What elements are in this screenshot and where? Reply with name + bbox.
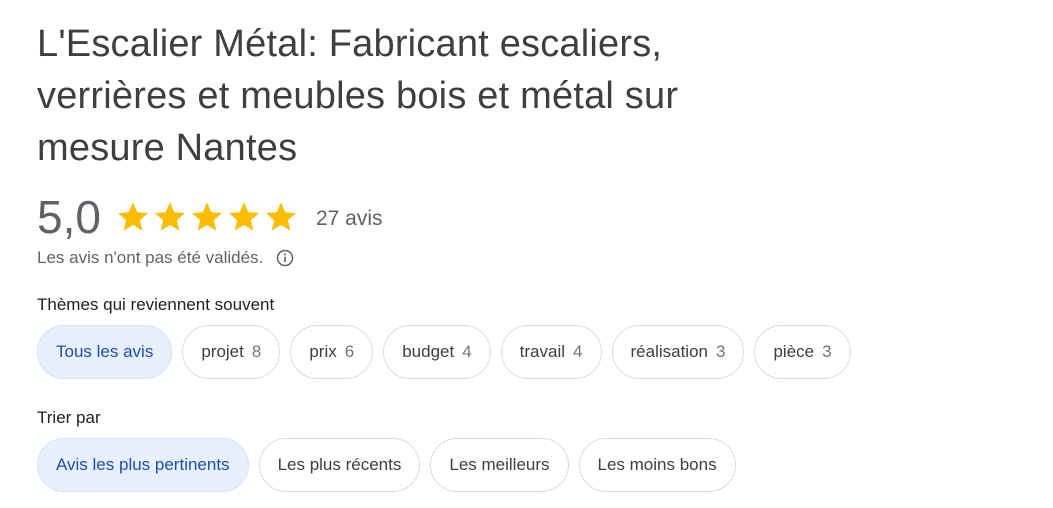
theme-chip-label: prix (309, 342, 337, 361)
validation-note-row: Les avis n'ont pas été validés. (37, 245, 1037, 271)
theme-chip[interactable]: pièce 3 (754, 325, 851, 379)
theme-chips: Tous les avis projet 8 prix 6 budget 4 travail 4… (37, 325, 1037, 379)
star-icon (189, 199, 225, 235)
theme-chip-count: 3 (716, 342, 726, 361)
theme-chip-label: réalisation (630, 342, 709, 361)
rating-summary: 5,0 27 avis (37, 186, 1037, 248)
sort-option-chip[interactable]: Les plus récents (258, 438, 421, 492)
star-icon (152, 199, 188, 235)
theme-chip[interactable]: projet 8 (182, 325, 281, 379)
sort-option-label: Avis les plus pertinents (56, 455, 230, 474)
sort-option-label: Les moins bons (597, 455, 717, 474)
sort-label: Trier par (37, 408, 101, 427)
star-rating (115, 199, 300, 235)
business-title: L'Escalier Métal: Fabricant escaliers, v… (37, 23, 679, 169)
theme-chip-label: Tous les avis (56, 342, 154, 361)
theme-chip[interactable]: prix 6 (290, 325, 374, 379)
themes-label: Thèmes qui reviennent souvent (37, 295, 275, 314)
theme-chip-count: 8 (251, 342, 262, 361)
sort-option-label: Les meilleurs (449, 455, 550, 474)
star-icon (263, 199, 299, 235)
theme-chip-label: projet (201, 342, 244, 361)
sort-option-chip[interactable]: Avis les plus pertinents (37, 438, 249, 492)
sort-option-chip[interactable]: Les moins bons (578, 438, 736, 492)
theme-chip-label: budget (402, 342, 455, 361)
theme-chip-count: 3 (822, 342, 832, 361)
reviews-panel: L'Escalier Métal: Fabricant escaliers, v… (37, 18, 1037, 492)
theme-chip-count: 4 (573, 342, 583, 361)
sort-option-chip[interactable]: Les meilleurs (430, 438, 569, 492)
star-icon (115, 199, 151, 235)
info-icon[interactable] (275, 248, 295, 268)
theme-chip[interactable]: Tous les avis (37, 325, 173, 379)
star-icon (226, 199, 262, 235)
theme-chip[interactable]: travail 4 (500, 325, 602, 379)
theme-chip[interactable]: réalisation 3 (611, 325, 745, 379)
theme-chip-label: travail (519, 342, 566, 361)
validation-note: Les avis n'ont pas été validés. (37, 248, 264, 267)
sort-chips: Avis les plus pertinents Les plus récents… (37, 438, 1037, 492)
theme-chip[interactable]: budget 4 (383, 325, 491, 379)
theme-chip-count: 6 (344, 342, 355, 361)
theme-chip-label: pièce (773, 342, 815, 361)
sort-option-label: Les plus récents (277, 455, 402, 474)
review-count[interactable]: 27 avis (316, 207, 383, 231)
theme-chip-count: 4 (462, 342, 472, 361)
rating-score: 5,0 (37, 191, 101, 243)
